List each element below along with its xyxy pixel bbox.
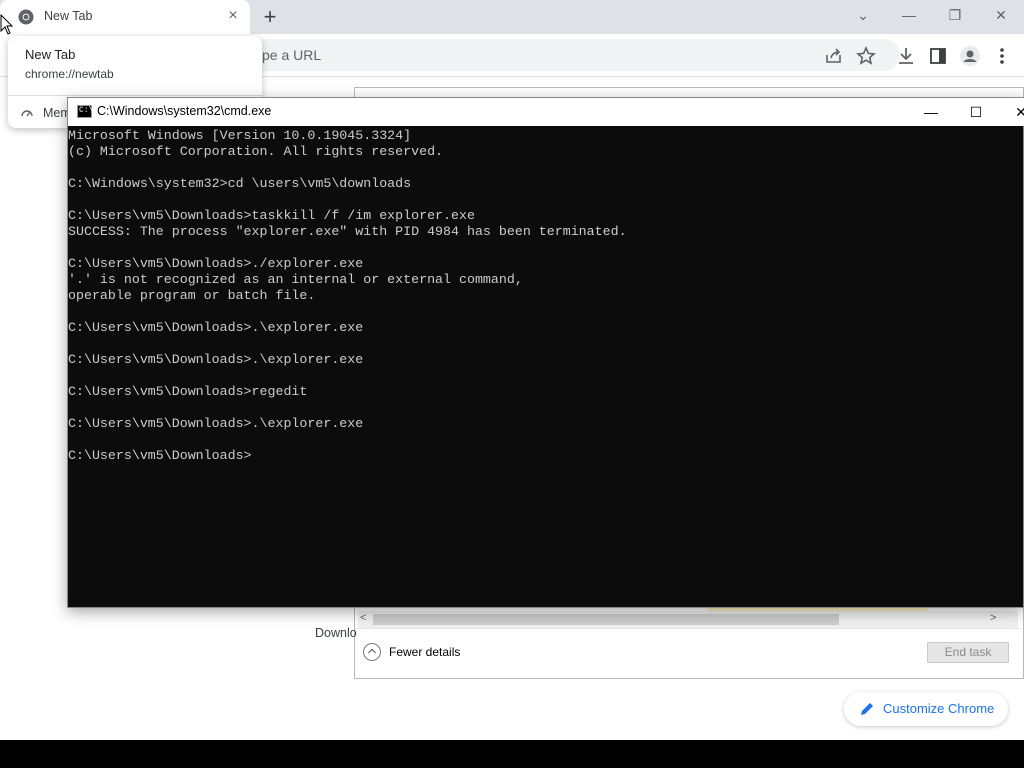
share-icon[interactable] [823,45,845,67]
memory-gauge-icon [21,110,33,117]
tab-close-icon[interactable]: × [224,7,242,25]
cmd-title: C:\Windows\system32\cmd.exe [97,104,272,118]
console-output[interactable]: Microsoft Windows [Version 10.0.19045.33… [68,128,1018,606]
mouse-cursor-icon [0,14,14,35]
download-icon[interactable] [895,45,917,67]
cmd-icon: C:\ [77,105,94,118]
tab-new-tab[interactable] [0,0,250,34]
footer-divider [355,628,1021,629]
profile-icon[interactable] [959,45,981,67]
hover-card-url: chrome://newtab [25,67,114,81]
taskbar-area [0,740,1024,768]
tab-title: New Tab [44,9,93,23]
cmd-maximize-button[interactable]: ☐ [953,98,999,126]
cmd-minimize-button[interactable]: — [908,98,954,126]
scroll-right-arrow-icon[interactable]: > [990,612,996,624]
address-bar-placeholder: pe a URL [262,47,322,63]
customize-chrome-label: Customize Chrome [883,701,995,716]
hover-card-divider [8,95,262,96]
scrollbar-thumb[interactable] [373,614,839,625]
tab-search-chevron-icon[interactable]: ⌄ [840,0,886,30]
restore-button[interactable]: ❐ [932,0,978,30]
cmd-icon-label: C:\ [79,106,94,115]
fewer-details-link[interactable]: Fewer details [389,645,460,659]
address-bar[interactable] [250,39,900,71]
cmd-close-button[interactable]: ✕ [998,98,1024,126]
side-panel-icon[interactable] [927,45,949,67]
scroll-left-arrow-icon[interactable]: < [360,612,366,624]
end-task-button[interactable]: End task [927,642,1009,663]
chrome-icon [18,9,34,25]
download-shortcut-label[interactable]: Downlo [315,626,357,640]
close-window-button[interactable]: ✕ [978,0,1024,30]
star-icon[interactable] [855,45,877,67]
new-tab-button[interactable]: + [258,5,282,29]
pencil-icon [861,703,873,715]
minimize-button[interactable]: — [886,0,932,30]
hover-card-title: New Tab [25,47,76,62]
chevron-up-circle-icon[interactable] [363,643,381,661]
menu-icon[interactable] [991,45,1013,67]
